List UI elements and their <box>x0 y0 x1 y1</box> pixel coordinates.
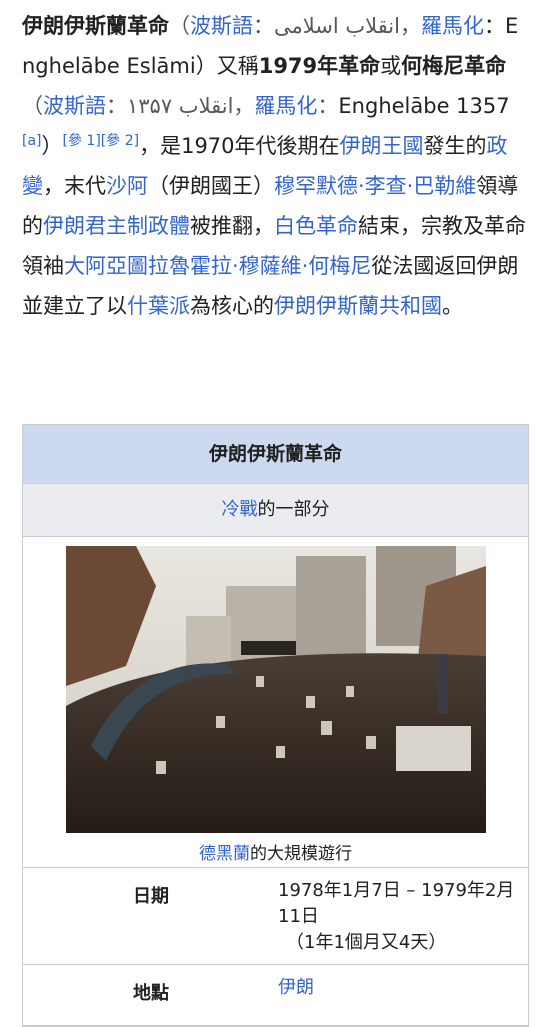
place-value-cell: 伊朗 <box>278 965 528 1025</box>
caption-suffix: 的大規模遊行 <box>250 844 352 864</box>
protest-photo[interactable] <box>65 546 486 833</box>
link-pahlavi[interactable]: 穆罕默德·李查·巴勒維 <box>274 174 476 198</box>
reference-link-2[interactable]: [參 2] <box>101 133 139 149</box>
infobox: 伊朗伊斯蘭革命 冷戰的一部分 德黑蘭的大規模遊行 日期 1978年1月7日 – … <box>22 424 529 1027</box>
persian-name-2: انقلاب ۱۳۵۷ <box>127 94 234 118</box>
infobox-row-place: 地點 伊朗 <box>23 965 528 1026</box>
link-iran[interactable]: 伊朗 <box>278 977 314 998</box>
link-shia[interactable]: 什葉派 <box>127 294 190 318</box>
colon-text: ： <box>253 14 274 38</box>
link-white-revolution[interactable]: 白色革命 <box>274 214 358 238</box>
link-persian-language[interactable]: 波斯語 <box>190 14 253 38</box>
comma-text: ， <box>400 14 421 38</box>
link-tehran[interactable]: 德黑蘭 <box>199 844 250 864</box>
alt-name-khomeini: 何梅尼革命 <box>401 54 507 78</box>
colon-text-2: ： <box>106 94 127 118</box>
romanized-name-2: Enghelābe 1357 <box>338 94 510 118</box>
photo-caption: 德黑蘭的大規模遊行 <box>23 839 528 864</box>
infobox-part-of: 冷戰的一部分 <box>23 484 528 537</box>
link-cold-war[interactable]: 冷戰 <box>222 499 258 520</box>
article-title-bold: 伊朗伊斯蘭革命 <box>22 14 169 38</box>
link-islamic-republic[interactable]: 伊朗伊斯蘭共和國 <box>274 294 442 318</box>
date-value-cell: 1978年1月7日 – 1979年2月11日 （1年1個月又4天） <box>278 868 528 964</box>
date-value: 1978年1月7日 – 1979年2月11日 <box>278 880 515 927</box>
link-iran-monarchy[interactable]: 伊朗君主制政體 <box>43 214 190 238</box>
link-khomeini[interactable]: 大阿亞圖拉魯霍拉·穆薩維·何梅尼 <box>64 254 371 278</box>
note-a-link[interactable]: [a] <box>22 133 42 149</box>
comma-text-2: ， <box>233 94 255 118</box>
body-text-1: ，是1970年代後期在 <box>139 134 340 158</box>
date-duration: （1年1個月又4天） <box>286 932 447 953</box>
place-label: 地點 <box>133 983 169 1004</box>
article-intro: 伊朗伊斯蘭革命（波斯語：انقلاب اسلامی，羅馬化：Enghelābe … <box>0 0 551 326</box>
persian-name-1: انقلاب اسلامی <box>274 14 400 38</box>
body-text-2: 發生的 <box>423 134 487 158</box>
alt-name-1979: 1979年革命 <box>258 54 381 78</box>
link-shah[interactable]: 沙阿 <box>106 174 148 198</box>
link-romanization[interactable]: 羅馬化 <box>421 14 484 38</box>
body-text-9: 為核心的 <box>190 294 274 318</box>
paren-open: （ <box>169 14 190 38</box>
link-persian-language-2[interactable]: 波斯語 <box>43 94 106 118</box>
body-text-4: （伊朗國王） <box>148 174 274 198</box>
infobox-row-date: 日期 1978年1月7日 – 1979年2月11日 （1年1個月又4天） <box>23 868 528 965</box>
date-label: 日期 <box>133 886 169 907</box>
body-text-6: 被推翻， <box>190 214 274 238</box>
infobox-title: 伊朗伊斯蘭革命 <box>23 425 528 484</box>
link-romanization-2[interactable]: 羅馬化 <box>254 94 317 118</box>
body-text-3: ，末代 <box>43 174 106 198</box>
or-text: 或 <box>380 54 402 78</box>
part-of-suffix: 的一部分 <box>257 499 330 520</box>
colon-text-3: ： <box>317 94 339 118</box>
body-text-10: 。 <box>442 294 463 318</box>
paren-close: ） <box>41 134 63 158</box>
link-iran-kingdom[interactable]: 伊朗王國 <box>340 134 424 158</box>
paren-open-2: （ <box>22 94 43 118</box>
reference-link-1[interactable]: [參 1] <box>63 133 101 149</box>
infobox-image-row: 德黑蘭的大規模遊行 <box>23 537 528 868</box>
